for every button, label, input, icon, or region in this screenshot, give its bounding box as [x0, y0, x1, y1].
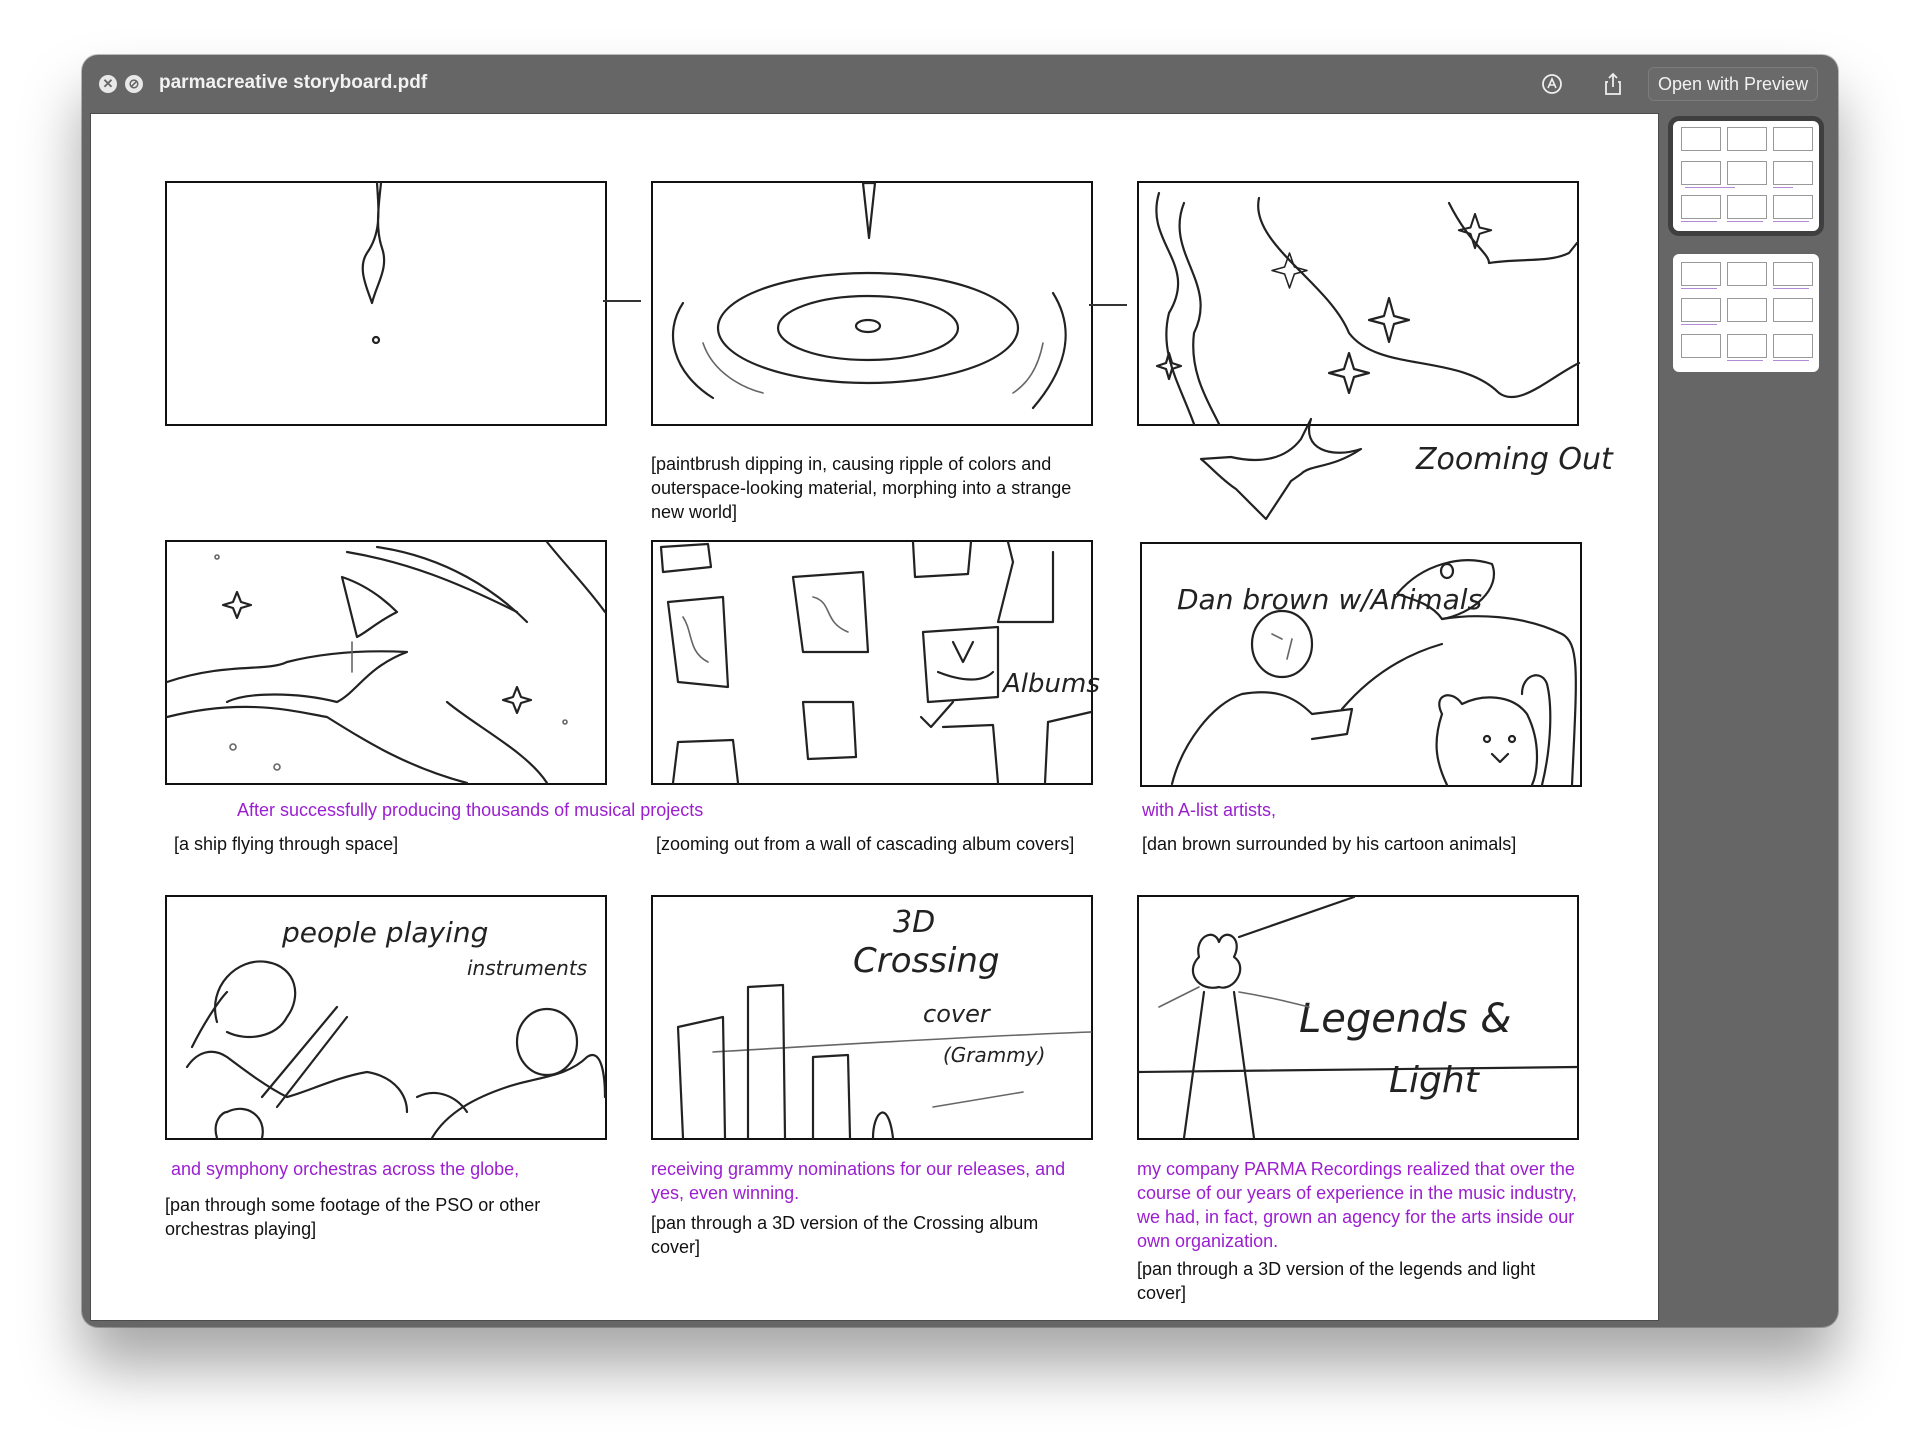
storyboard-frame-4	[165, 540, 607, 785]
caption-frame-2: [paintbrush dipping in, causing ripple o…	[651, 454, 1072, 522]
sketch-label-light: Light	[1389, 1060, 1481, 1101]
sketch-label-instruments: instruments	[467, 956, 587, 980]
window-title: parmacreative storyboard.pdf	[159, 72, 428, 93]
caption-frame-9: [pan through a 3D version of the legends…	[1137, 1259, 1536, 1303]
sketch-label-crossing: Crossing	[853, 941, 1000, 981]
sketch-label-3d: 3D	[893, 905, 935, 940]
markup-icon[interactable]	[1539, 71, 1565, 97]
sketch-label-grammy: (Grammy)	[943, 1043, 1045, 1067]
storyboard-frame-3	[1137, 181, 1581, 426]
caption-frame-4: [a ship flying through space]	[174, 834, 399, 854]
caption-frame-7: [pan through some footage of the PSO or …	[165, 1195, 541, 1239]
page-thumbnail-1[interactable]	[1673, 121, 1819, 231]
rotate-icon[interactable]: ⊘	[125, 75, 143, 93]
narration-row2-left: After successfully producing thousands o…	[237, 800, 704, 820]
storyboard-frame-1	[165, 181, 607, 426]
pdf-page: Zooming Out [paintbrush dipping in, caus…	[90, 113, 1659, 1321]
title-bar: ✕ ⊘ parmacreative storyboard.pdf Open wi…	[82, 55, 1838, 113]
storyboard-frame-6: Dan brown w/Animals	[1140, 542, 1582, 787]
narration-row3-left: and symphony orchestras across the globe…	[171, 1159, 520, 1179]
open-with-preview-button[interactable]: Open with Preview	[1648, 67, 1819, 101]
quicklook-window: ✕ ⊘ parmacreative storyboard.pdf Open wi…	[82, 55, 1838, 1327]
sketch-label-cover: cover	[923, 1000, 992, 1028]
storyboard-frame-2	[651, 181, 1093, 426]
narration-row3-mid: receiving grammy nominations for our rel…	[651, 1159, 1066, 1203]
zoom-arrow-sketch: Zooming Out	[1199, 417, 1614, 521]
connector-line	[1089, 304, 1127, 306]
page-thumbnail-2[interactable]	[1673, 254, 1819, 372]
caption-frame-8: [pan through a 3D version of the Crossin…	[651, 1213, 1039, 1257]
thumbnail-sidebar	[1665, 113, 1838, 1323]
connector-line	[603, 300, 641, 302]
storyboard-frame-8: 3D Crossing cover (Grammy)	[651, 895, 1093, 1140]
close-icon[interactable]: ✕	[99, 75, 117, 93]
caption-frame-5: [zooming out from a wall of cascading al…	[656, 834, 1075, 854]
storyboard-frame-5: Albums	[651, 540, 1100, 785]
sketch-label-albums: Albums	[1001, 669, 1100, 699]
sketch-label-zooming-out: Zooming Out	[1415, 442, 1614, 477]
sketch-label-legends: Legends &	[1299, 996, 1511, 1042]
storyboard-frame-7: people playing instruments	[165, 895, 607, 1140]
share-icon[interactable]	[1600, 71, 1626, 97]
narration-row3-right: my company PARMA Recordings realized tha…	[1137, 1159, 1577, 1251]
storyboard-frame-9: Legends & Light	[1137, 895, 1579, 1140]
sketch-label-people-playing: people playing	[281, 916, 488, 949]
caption-frame-6: [dan brown surrounded by his cartoon ani…	[1142, 834, 1517, 854]
narration-row2-right: with A-list artists,	[1142, 800, 1277, 820]
